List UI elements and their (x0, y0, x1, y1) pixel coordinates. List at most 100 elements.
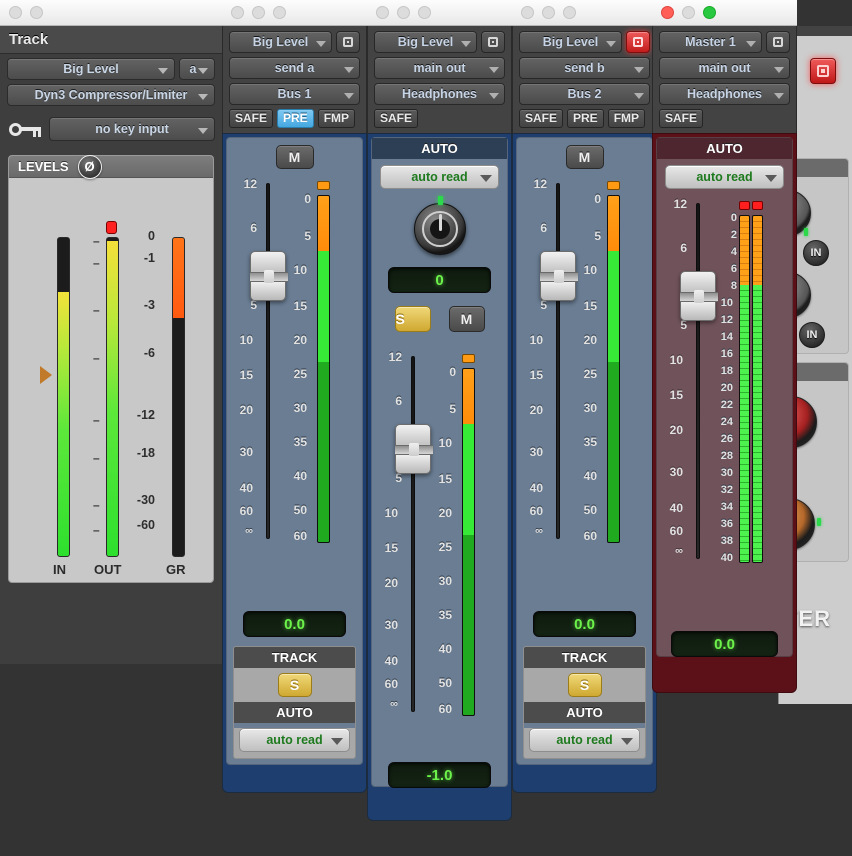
strip-output-select[interactable]: main out (374, 57, 505, 79)
fmp-button[interactable]: FMP (607, 109, 646, 128)
clip-indicator-left[interactable] (739, 201, 750, 210)
fader-value-display[interactable]: -1.0 (388, 762, 491, 788)
strip-titlebar[interactable] (367, 0, 512, 26)
background-record-enable-button[interactable] (810, 58, 836, 84)
levels-tick: – (93, 523, 100, 537)
automation-mode-select[interactable]: auto read (665, 165, 784, 189)
clip-indicator-right[interactable] (752, 201, 763, 210)
in-button-1[interactable]: IN (803, 240, 829, 266)
record-enable-button[interactable] (336, 31, 360, 53)
pan-value-display[interactable]: 0 (388, 267, 491, 293)
volume-fader-handle[interactable] (250, 251, 288, 301)
mixer-strip-main-out: Big Level main out Headphones SAFE AUTO … (367, 0, 512, 821)
plugin-window-titlebar[interactable] (0, 0, 222, 26)
solo-button[interactable]: S (394, 306, 431, 332)
clip-indicator[interactable] (607, 181, 620, 190)
safe-button[interactable]: SAFE (374, 109, 419, 128)
phase-invert-button[interactable]: Ø (77, 155, 102, 179)
chevron-down-icon (634, 67, 644, 73)
volume-fader-track[interactable] (556, 183, 560, 539)
volume-fader-handle[interactable] (540, 251, 578, 301)
strip-titlebar[interactable] (222, 0, 367, 26)
mute-button[interactable]: M (448, 306, 485, 332)
window-close-dot[interactable] (9, 6, 22, 19)
fader-value-display[interactable]: 0.0 (243, 611, 346, 637)
volume-fader-track[interactable] (411, 356, 415, 712)
chevron-down-icon (746, 41, 756, 47)
strip-titlebar[interactable] (512, 0, 657, 26)
window-zoom-dot[interactable] (418, 6, 431, 19)
fader-scale-label: 20 (239, 403, 253, 417)
gain-reduction-meter (172, 237, 185, 557)
window-minimize-dot[interactable] (252, 6, 265, 19)
window-zoom-dot[interactable] (703, 6, 716, 19)
level-meter-right (752, 215, 763, 563)
solo-button[interactable]: S (277, 673, 312, 697)
fader-scale-label: 20 (529, 403, 543, 417)
strip-output-select[interactable]: send b (519, 57, 650, 79)
clip-indicator[interactable] (317, 181, 330, 190)
meter-scale-label: 0 (304, 192, 311, 206)
strip-track-select[interactable]: Big Level (374, 31, 477, 53)
solo-button[interactable]: S (567, 673, 602, 697)
window-minimize-dot[interactable] (542, 6, 555, 19)
pre-button[interactable]: PRE (277, 109, 314, 128)
plugin-name-select[interactable]: Dyn3 Compressor/Limiter (7, 84, 215, 106)
track-suffix-select[interactable]: a (179, 58, 215, 80)
chevron-down-icon (480, 175, 492, 182)
volume-fader-track[interactable] (266, 183, 270, 539)
in-button-2[interactable]: IN (799, 322, 825, 348)
path-row: Bus 1 (229, 83, 360, 105)
fader-value-display[interactable]: 0.0 (533, 611, 636, 637)
safe-button[interactable]: SAFE (659, 109, 704, 128)
window-close-dot[interactable] (376, 6, 389, 19)
window-zoom-dot[interactable] (563, 6, 576, 19)
strip-output-select[interactable]: main out (659, 57, 790, 79)
strip-track-select[interactable]: Master 1 (659, 31, 762, 53)
window-minimize-dot[interactable] (682, 6, 695, 19)
record-enable-button[interactable] (626, 31, 650, 53)
window-close-dot[interactable] (231, 6, 244, 19)
fader-scale-label: 60 (384, 677, 398, 691)
strip-path-select[interactable]: Headphones (659, 83, 790, 105)
fmp-button[interactable]: FMP (317, 109, 356, 128)
safe-button[interactable]: SAFE (229, 109, 274, 128)
window-minimize-dot[interactable] (30, 6, 43, 19)
threshold-pointer-icon[interactable] (40, 366, 52, 384)
track-section-header: TRACK (234, 647, 355, 668)
strip-body: AUTO auto read 0 S M 12 6 5 10 15 20 30 … (367, 133, 512, 821)
record-enable-button[interactable] (481, 31, 505, 53)
window-close-dot[interactable] (661, 6, 674, 19)
strip-track-select[interactable]: Big Level (229, 31, 332, 53)
pan-knob[interactable] (413, 196, 466, 255)
meter-scale-label: 25 (438, 540, 452, 554)
automation-mode-select[interactable]: auto read (380, 165, 499, 189)
strip-inner-panel: AUTO auto read 12 6 0 5 10 15 20 30 40 6… (656, 137, 793, 657)
strip-titlebar[interactable] (652, 0, 797, 26)
window-minimize-dot[interactable] (397, 6, 410, 19)
meter-scale-label: 60 (438, 702, 452, 716)
mute-button[interactable]: M (275, 145, 314, 169)
safe-button[interactable]: SAFE (519, 109, 564, 128)
output-clip-indicator[interactable] (106, 221, 117, 234)
key-input-select[interactable]: no key input (49, 117, 215, 141)
window-close-dot[interactable] (521, 6, 534, 19)
strip-track-select[interactable]: Big Level (519, 31, 622, 53)
fader-scale-label: 40 (669, 501, 683, 515)
strip-path-select[interactable]: Bus 1 (229, 83, 360, 105)
window-zoom-dot[interactable] (273, 6, 286, 19)
clip-indicator[interactable] (462, 354, 475, 363)
automation-mode-select[interactable]: auto read (529, 728, 640, 752)
volume-fader-handle[interactable] (395, 424, 433, 474)
volume-fader-track[interactable] (696, 203, 700, 559)
meter-scale-label: 6 (730, 263, 737, 275)
strip-output-select[interactable]: send a (229, 57, 360, 79)
mute-button[interactable]: M (565, 145, 604, 169)
pre-button[interactable]: PRE (567, 109, 604, 128)
record-enable-button[interactable] (766, 31, 790, 53)
track-name-select[interactable]: Big Level (7, 58, 175, 80)
strip-path-select[interactable]: Headphones (374, 83, 505, 105)
strip-path-select[interactable]: Bus 2 (519, 83, 650, 105)
fader-value-display[interactable]: 0.0 (671, 631, 778, 657)
automation-mode-select[interactable]: auto read (239, 728, 350, 752)
